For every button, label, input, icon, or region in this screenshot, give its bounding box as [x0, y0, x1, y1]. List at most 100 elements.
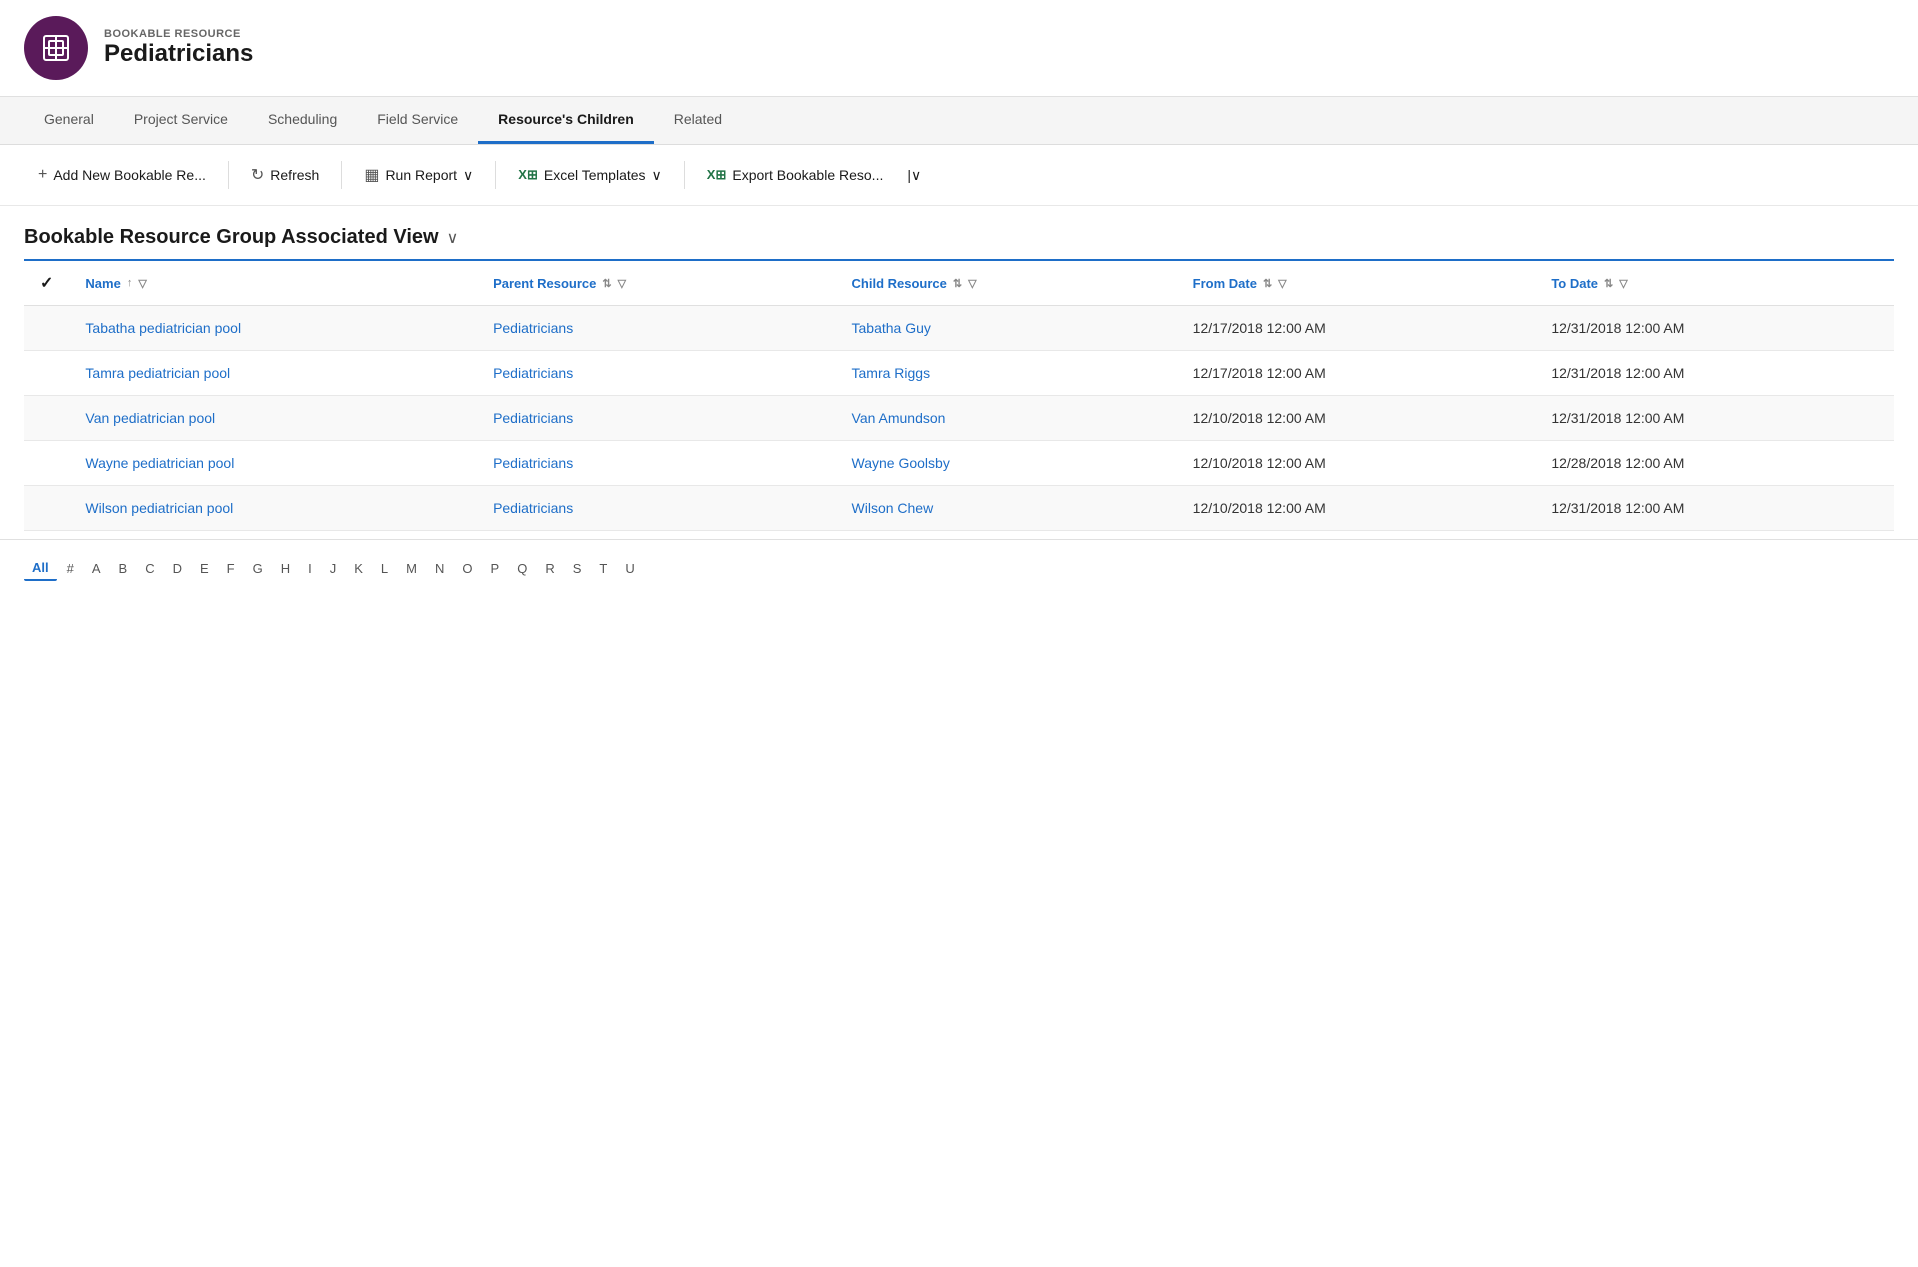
separator-1 — [228, 161, 229, 189]
table-row[interactable]: Tabatha pediatrician pool Pediatricians … — [24, 306, 1894, 351]
child-link[interactable]: Tabatha Guy — [852, 320, 931, 336]
row-parent-resource[interactable]: Pediatricians — [477, 396, 835, 441]
name-link[interactable]: Tamra pediatrician pool — [85, 365, 230, 381]
name-filter-icon[interactable]: ▽ — [138, 277, 146, 290]
row-name[interactable]: Tabatha pediatrician pool — [69, 306, 477, 351]
export-dropdown-button[interactable]: |∨ — [901, 159, 927, 192]
table-row[interactable]: Tamra pediatrician pool Pediatricians Ta… — [24, 351, 1894, 396]
parent-link[interactable]: Pediatricians — [493, 320, 573, 336]
row-checkbox[interactable] — [24, 351, 69, 396]
export-button[interactable]: X⊞ Export Bookable Reso... — [693, 159, 898, 191]
table-row[interactable]: Van pediatrician pool Pediatricians Van … — [24, 396, 1894, 441]
alpha-e[interactable]: E — [192, 557, 217, 580]
to-filter-icon[interactable]: ▽ — [1619, 277, 1627, 290]
alpha-h[interactable]: H — [273, 557, 298, 580]
parent-link[interactable]: Pediatricians — [493, 500, 573, 516]
alpha-n[interactable]: N — [427, 557, 452, 580]
table-row[interactable]: Wayne pediatrician pool Pediatricians Wa… — [24, 441, 1894, 486]
th-checkbox[interactable]: ✓ — [24, 260, 69, 306]
alpha-#[interactable]: # — [59, 557, 82, 580]
from-filter-icon[interactable]: ▽ — [1278, 277, 1286, 290]
alpha-u[interactable]: U — [617, 557, 642, 580]
row-name[interactable]: Tamra pediatrician pool — [69, 351, 477, 396]
alpha-b[interactable]: B — [111, 557, 136, 580]
alpha-r[interactable]: R — [537, 557, 562, 580]
alpha-i[interactable]: I — [300, 557, 320, 580]
alpha-c[interactable]: C — [137, 557, 162, 580]
alpha-t[interactable]: T — [591, 557, 615, 580]
child-link[interactable]: Wilson Chew — [852, 500, 934, 516]
alpha-a[interactable]: A — [84, 557, 109, 580]
alpha-j[interactable]: J — [322, 557, 345, 580]
row-parent-resource[interactable]: Pediatricians — [477, 441, 835, 486]
th-from-date-label: From Date — [1193, 276, 1257, 291]
row-parent-resource[interactable]: Pediatricians — [477, 351, 835, 396]
row-parent-resource[interactable]: Pediatricians — [477, 306, 835, 351]
tab-resources-children[interactable]: Resource's Children — [478, 97, 654, 144]
refresh-button[interactable]: ↻ Refresh — [237, 157, 333, 193]
tab-related[interactable]: Related — [654, 97, 742, 144]
alpha-l[interactable]: L — [373, 557, 396, 580]
row-child-resource[interactable]: Tamra Riggs — [836, 351, 1177, 396]
name-link[interactable]: Tabatha pediatrician pool — [85, 320, 241, 336]
child-link[interactable]: Van Amundson — [852, 410, 946, 426]
parent-link[interactable]: Pediatricians — [493, 410, 573, 426]
to-sort-icon[interactable]: ⇅ — [1604, 277, 1613, 290]
parent-link[interactable]: Pediatricians — [493, 365, 573, 381]
view-title-bar: Bookable Resource Group Associated View … — [0, 206, 1918, 259]
row-name[interactable]: Wayne pediatrician pool — [69, 441, 477, 486]
row-to-date: 12/31/2018 12:00 AM — [1535, 486, 1894, 531]
th-from-date: From Date ⇅ ▽ — [1177, 260, 1536, 306]
excel-icon-2: X⊞ — [707, 167, 727, 183]
view-title-chevron[interactable]: ∨ — [447, 228, 459, 248]
table-row[interactable]: Wilson pediatrician pool Pediatricians W… — [24, 486, 1894, 531]
alpha-q[interactable]: Q — [509, 557, 535, 580]
add-new-button[interactable]: + Add New Bookable Re... — [24, 158, 220, 192]
alpha-m[interactable]: M — [398, 557, 425, 580]
tab-scheduling[interactable]: Scheduling — [248, 97, 357, 144]
parent-filter-icon[interactable]: ▽ — [618, 277, 626, 290]
alpha-s[interactable]: S — [565, 557, 590, 580]
alpha-k[interactable]: K — [346, 557, 371, 580]
th-parent-resource: Parent Resource ⇅ ▽ — [477, 260, 835, 306]
child-link[interactable]: Wayne Goolsby — [852, 455, 950, 471]
refresh-icon: ↻ — [251, 165, 264, 185]
alpha-p[interactable]: P — [483, 557, 508, 580]
row-name[interactable]: Wilson pediatrician pool — [69, 486, 477, 531]
name-link[interactable]: Wilson pediatrician pool — [85, 500, 233, 516]
excel-templates-button[interactable]: X⊞ Excel Templates ∨ — [504, 159, 676, 192]
name-link[interactable]: Van pediatrician pool — [85, 410, 215, 426]
child-sort-icon[interactable]: ⇅ — [953, 277, 962, 290]
row-checkbox[interactable] — [24, 306, 69, 351]
alpha-all[interactable]: All — [24, 556, 57, 581]
name-link[interactable]: Wayne pediatrician pool — [85, 455, 234, 471]
data-table: ✓ Name ↑ ▽ Parent Resource ⇅ ▽ — [24, 259, 1894, 531]
row-child-resource[interactable]: Tabatha Guy — [836, 306, 1177, 351]
name-sort-icon[interactable]: ↑ — [127, 277, 133, 289]
parent-sort-icon[interactable]: ⇅ — [602, 277, 611, 290]
row-checkbox[interactable] — [24, 441, 69, 486]
parent-link[interactable]: Pediatricians — [493, 455, 573, 471]
alpha-d[interactable]: D — [165, 557, 190, 580]
row-child-resource[interactable]: Wayne Goolsby — [836, 441, 1177, 486]
run-report-button[interactable]: ▦ Run Report ∨ — [350, 157, 487, 193]
tab-project-service[interactable]: Project Service — [114, 97, 248, 144]
row-parent-resource[interactable]: Pediatricians — [477, 486, 835, 531]
select-all-checkbox[interactable]: ✓ — [40, 275, 53, 292]
row-name[interactable]: Van pediatrician pool — [69, 396, 477, 441]
child-filter-icon[interactable]: ▽ — [968, 277, 976, 290]
alpha-o[interactable]: O — [454, 557, 480, 580]
from-sort-icon[interactable]: ⇅ — [1263, 277, 1272, 290]
excel-chevron: ∨ — [652, 167, 662, 184]
tab-field-service[interactable]: Field Service — [357, 97, 478, 144]
row-child-resource[interactable]: Van Amundson — [836, 396, 1177, 441]
alpha-g[interactable]: G — [245, 557, 271, 580]
row-to-date: 12/28/2018 12:00 AM — [1535, 441, 1894, 486]
child-link[interactable]: Tamra Riggs — [852, 365, 931, 381]
row-checkbox[interactable] — [24, 396, 69, 441]
alpha-f[interactable]: F — [219, 557, 243, 580]
tab-general[interactable]: General — [24, 97, 114, 144]
row-checkbox[interactable] — [24, 486, 69, 531]
excel-icon-1: X⊞ — [518, 167, 538, 183]
row-child-resource[interactable]: Wilson Chew — [836, 486, 1177, 531]
